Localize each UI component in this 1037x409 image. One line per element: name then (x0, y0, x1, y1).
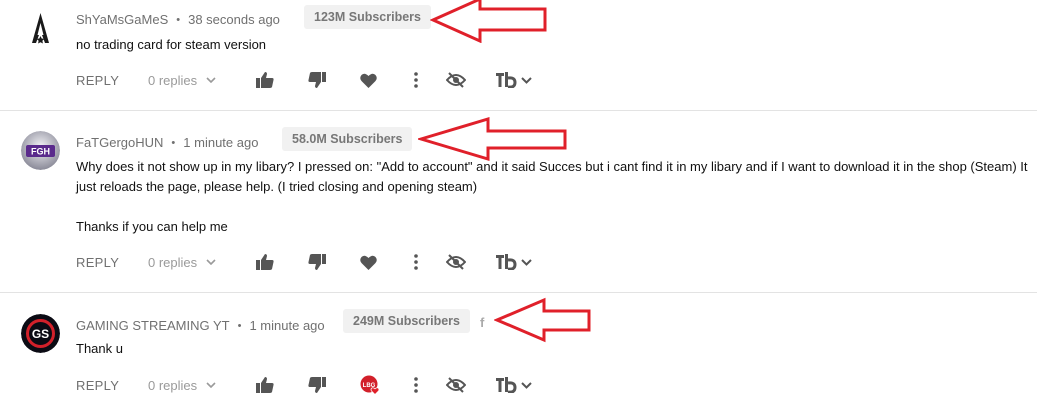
dislike-button[interactable] (308, 69, 326, 91)
avatar[interactable]: FGH (21, 131, 60, 170)
thumbs-down-icon (308, 72, 326, 88)
subscriber-badge: 249M Subscribers (343, 309, 470, 333)
comment-paragraph: Thanks if you can help me (76, 219, 228, 234)
more-vertical-icon (414, 72, 418, 88)
comment: ShYaMsGaMeS • 38 seconds ago 123M Subscr… (0, 0, 1037, 110)
author-name[interactable]: ShYaMsGaMeS (76, 12, 168, 27)
replies-toggle[interactable]: 0 replies (148, 69, 216, 91)
tubebuddy-icon (496, 72, 517, 88)
comment: FGH FaTGergoHUN • 1 minute ago 58.0M Sub… (0, 111, 1037, 293)
tubebuddy-icon (496, 254, 517, 270)
chevron-down-icon (206, 259, 216, 265)
subscriber-badge: 58.0M Subscribers (282, 127, 413, 151)
comment-actions: REPLY 0 replies (76, 69, 546, 91)
chevron-down-icon (521, 381, 532, 389)
reply-button[interactable]: REPLY (76, 69, 119, 91)
comment-time[interactable]: 38 seconds ago (188, 12, 280, 27)
more-options-button[interactable] (414, 69, 418, 91)
comment-meta: FaTGergoHUN • 1 minute ago (76, 135, 258, 150)
replies-toggle[interactable]: 0 replies (148, 251, 216, 273)
comment-time[interactable]: 1 minute ago (249, 318, 324, 333)
avatar[interactable]: GS (21, 314, 60, 353)
like-button[interactable] (256, 374, 274, 396)
thumbs-up-icon (256, 72, 274, 88)
red-arrow-annotation (418, 116, 567, 162)
more-options-button[interactable] (414, 374, 418, 396)
replies-count: 0 replies (148, 377, 198, 393)
heart-button[interactable] (360, 69, 377, 91)
red-arrow-annotation (494, 297, 591, 343)
heart-button[interactable] (360, 251, 377, 273)
separator-dot: • (171, 136, 176, 149)
like-button[interactable] (256, 251, 274, 273)
eye-slash-icon (446, 254, 466, 270)
tubebuddy-menu-button[interactable] (496, 374, 532, 396)
more-vertical-icon (414, 254, 418, 270)
assassin-creed-logo-icon (21, 9, 60, 48)
comment-meta: GAMING STREAMING YT • 1 minute ago (76, 318, 325, 333)
comment-actions: REPLY 0 replies LBG (76, 374, 546, 396)
reply-button[interactable]: REPLY (76, 251, 119, 273)
comment-text: Why does it not show up in my libary? I … (76, 157, 1028, 237)
comment-paragraph: Why does it not show up in my libary? I … (76, 159, 1028, 194)
comment-actions: REPLY 0 replies (76, 251, 546, 273)
separator-dot: • (176, 13, 181, 26)
comment-text: no trading card for steam version (76, 35, 1028, 55)
comment-meta: ShYaMsGaMeS • 38 seconds ago (76, 12, 280, 27)
avatar[interactable] (21, 9, 60, 48)
more-vertical-icon (414, 377, 418, 393)
dislike-button[interactable] (308, 374, 326, 396)
thumbs-up-icon (256, 377, 274, 393)
svg-text:GS: GS (32, 327, 49, 341)
chevron-down-icon (521, 76, 532, 84)
comment-paragraph: no trading card for steam version (76, 37, 267, 52)
tubebuddy-menu-button[interactable] (496, 69, 532, 91)
author-name[interactable]: FaTGergoHUN (76, 135, 163, 150)
comment: GS GAMING STREAMING YT • 1 minute ago 24… (0, 294, 1037, 409)
svg-text:FGH: FGH (31, 147, 50, 157)
separator-dot: • (237, 319, 242, 332)
chevron-down-icon (206, 77, 216, 83)
hide-button[interactable] (446, 251, 466, 273)
dislike-button[interactable] (308, 251, 326, 273)
heart-icon (360, 255, 377, 270)
comment-text: Thank u (76, 339, 1028, 359)
thumbs-down-icon (308, 377, 326, 393)
replies-count: 0 replies (148, 72, 198, 88)
fgh-logo-icon: FGH (21, 131, 60, 170)
author-name[interactable]: GAMING STREAMING YT (76, 318, 230, 333)
eye-slash-icon (446, 377, 466, 393)
tubebuddy-icon (496, 377, 517, 393)
comment-divider (0, 292, 1037, 293)
hide-button[interactable] (446, 374, 466, 396)
like-button[interactable] (256, 69, 274, 91)
subscriber-badge: 123M Subscribers (304, 5, 431, 29)
comment-paragraph: Thank u (76, 341, 123, 356)
chevron-down-icon (521, 258, 532, 266)
comment-time[interactable]: 1 minute ago (183, 135, 258, 150)
eye-slash-icon (446, 72, 466, 88)
heart-icon (360, 73, 377, 88)
thumbs-up-icon (256, 254, 274, 270)
replies-count: 0 replies (148, 254, 198, 270)
hide-button[interactable] (446, 69, 466, 91)
chevron-down-icon (206, 382, 216, 388)
creator-heart-avatar-icon: LBG (360, 375, 380, 395)
reply-button[interactable]: REPLY (76, 374, 119, 396)
replies-toggle[interactable]: 0 replies (148, 374, 216, 396)
tubebuddy-menu-button[interactable] (496, 251, 532, 273)
thumbs-down-icon (308, 254, 326, 270)
facebook-icon[interactable]: f (480, 315, 484, 330)
creator-heart-button[interactable]: LBG (360, 374, 380, 396)
gs-logo-icon: GS (21, 314, 60, 353)
more-options-button[interactable] (414, 251, 418, 273)
